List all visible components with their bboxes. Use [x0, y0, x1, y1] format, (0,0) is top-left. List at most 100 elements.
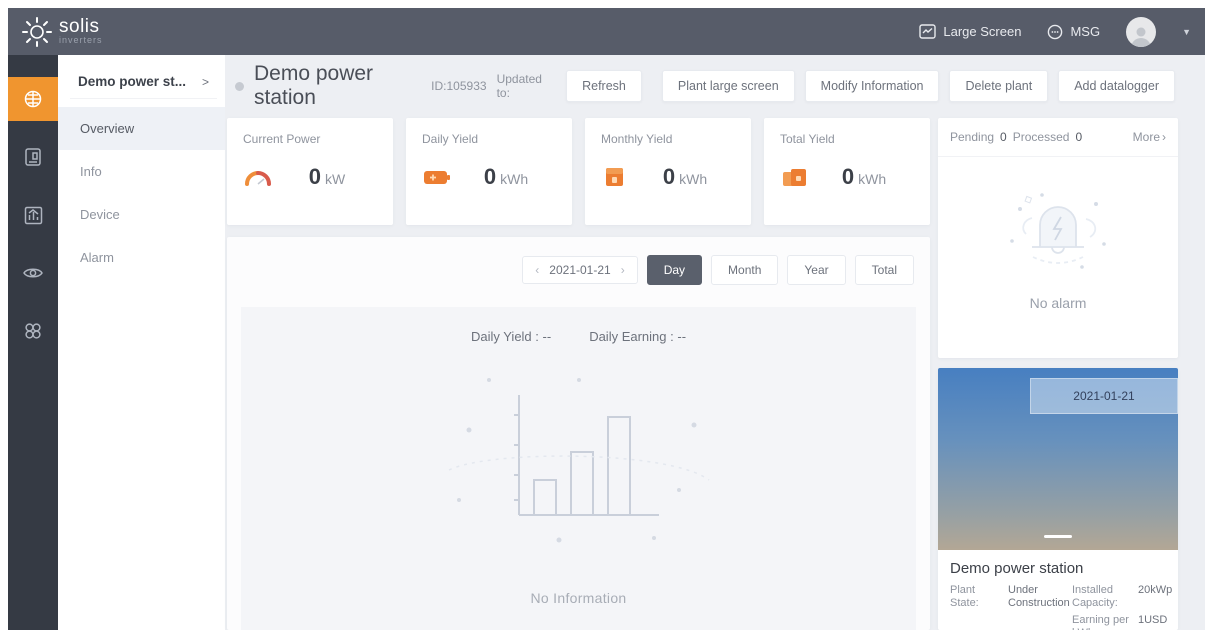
earning-per-kwh-value: 1USD	[1138, 614, 1168, 626]
stat-unit: kWh	[500, 171, 529, 187]
selected-date[interactable]: 2021-01-21	[549, 263, 610, 277]
plant-large-screen-button[interactable]: Plant large screen	[661, 70, 795, 102]
stat-card-total-yield: Total Yield 0 kWh	[764, 118, 930, 225]
installed-capacity-label: Installed Capacity:	[1072, 584, 1118, 609]
brand-name: solis	[59, 16, 100, 37]
empty-chart-icon	[448, 378, 709, 543]
stat-value: 0	[662, 164, 676, 189]
datalogger-icon	[25, 148, 41, 166]
sidebar-item-device[interactable]: Device	[58, 193, 225, 236]
chart-legend: Daily Yield : -- Daily Earning : --	[241, 307, 916, 344]
add-datalogger-button[interactable]: Add datalogger	[1058, 70, 1175, 102]
alarm-more-link[interactable]: More ›	[1133, 130, 1166, 144]
earning-per-kwh-label: Earning per kWh:	[1072, 614, 1129, 630]
refresh-button[interactable]: Refresh	[566, 70, 642, 102]
msg-button[interactable]: MSG	[1047, 24, 1100, 40]
plant-sidebar: Demo power st... > Overview Info Device …	[58, 55, 225, 630]
chart-monitor-icon	[919, 24, 937, 39]
sidebar-item-info[interactable]: Info	[58, 150, 225, 193]
plant-photo[interactable]: 2021-01-21	[938, 368, 1178, 550]
updated-label: Updated to:	[496, 72, 542, 100]
energy-box-icon	[601, 166, 635, 188]
rail-item-apps[interactable]	[8, 309, 58, 353]
pending-label: Pending	[950, 130, 995, 144]
caret-down-icon[interactable]: ▼	[1182, 27, 1191, 37]
daily-yield-value: --	[542, 329, 552, 344]
large-screen-label: Large Screen	[943, 24, 1022, 39]
stat-card-daily-yield: Daily Yield 0 kWh	[406, 118, 572, 225]
tab-month[interactable]: Month	[711, 255, 779, 285]
prev-date-arrow[interactable]: ‹	[535, 263, 539, 277]
app-frame: solis inverters Large Screen MSG ▼ Demo …	[8, 8, 1205, 630]
next-date-arrow[interactable]: ›	[621, 263, 625, 277]
photo-date-badge: 2021-01-21	[1030, 378, 1178, 414]
eye-icon	[23, 268, 43, 278]
daily-earning-value: --	[677, 329, 687, 344]
plant-selector-label: Demo power st...	[78, 74, 187, 89]
modify-information-button[interactable]: Modify Information	[804, 70, 940, 102]
plant-state-label: Plant State:	[950, 584, 979, 609]
stat-value: 0	[841, 164, 855, 189]
sidebar-item-overview[interactable]: Overview	[58, 107, 225, 150]
stat-unit: kW	[325, 171, 346, 187]
stat-label: Current Power	[243, 132, 321, 146]
tab-year[interactable]: Year	[787, 255, 846, 285]
bar-chart-icon	[24, 206, 42, 224]
gauge-icon	[243, 167, 277, 187]
user-avatar[interactable]	[1126, 16, 1157, 47]
rail-item-overview[interactable]	[8, 77, 58, 121]
top-bar: solis inverters Large Screen MSG ▼	[8, 8, 1205, 55]
energy-boxes-icon	[780, 166, 814, 188]
stat-card-current-power: Current Power 0 kW	[227, 118, 393, 225]
stat-card-monthly-yield: Monthly Yield 0 kWh	[585, 118, 751, 225]
installed-capacity-value: 20kWp	[1138, 584, 1173, 596]
stat-cards: Current Power 0 kW Daily Yield 0 kWh Mon…	[227, 118, 930, 225]
plant-id: ID:105933	[431, 79, 487, 93]
processed-label: Processed	[1012, 130, 1070, 144]
large-screen-button[interactable]: Large Screen	[919, 24, 1021, 39]
alarm-panel: Pending 0 Processed 0 More › No alarm	[938, 118, 1178, 358]
solis-logo: solis inverters	[22, 16, 103, 47]
processed-count: 0	[1075, 130, 1083, 144]
stat-label: Daily Yield	[422, 132, 479, 146]
stat-unit: kWh	[858, 171, 887, 187]
no-alarm-bell-icon	[1010, 193, 1106, 269]
daily-earning-label: Daily Earning :	[589, 329, 674, 344]
chevron-right-icon: ›	[1162, 130, 1166, 144]
page-title: Demo power station	[254, 62, 374, 109]
stat-label: Total Yield	[780, 132, 835, 146]
date-navigator: ‹ 2021-01-21 ›	[522, 256, 638, 284]
plant-selector[interactable]: Demo power st... >	[70, 65, 217, 99]
plant-state-value: Under Construction	[1008, 584, 1070, 609]
no-information-text: No Information	[530, 590, 627, 606]
carousel-indicator[interactable]	[1044, 535, 1072, 538]
msg-label: MSG	[1070, 24, 1101, 39]
tab-day[interactable]: Day	[646, 255, 703, 285]
battery-icon	[422, 167, 456, 187]
rail-item-report[interactable]	[8, 193, 58, 237]
page-header: Demo power station ID:105933 Updated to:…	[235, 62, 1175, 109]
stat-value: 0	[308, 164, 322, 189]
sidebar-item-alarm[interactable]: Alarm	[58, 236, 225, 279]
brand-subtitle: inverters	[59, 35, 103, 45]
status-dot	[235, 81, 244, 91]
plant-overview-icon	[24, 90, 42, 108]
stat-value: 0	[483, 164, 497, 189]
chart-plot-area: Daily Yield : -- Daily Earning : -- No I…	[241, 307, 916, 630]
tab-total[interactable]: Total	[854, 255, 914, 285]
stat-unit: kWh	[679, 171, 708, 187]
delete-plant-button[interactable]: Delete plant	[949, 70, 1049, 102]
yield-chart-panel: ‹ 2021-01-21 › Day Month Year Total Dail…	[227, 237, 930, 630]
sunburst-icon	[22, 16, 52, 47]
stat-label: Monthly Yield	[601, 132, 673, 146]
person-icon	[1131, 27, 1151, 47]
apps-icon	[25, 323, 41, 339]
rail-item-monitor[interactable]	[8, 251, 58, 295]
plant-name: Demo power station	[950, 560, 1084, 577]
daily-yield-label: Daily Yield :	[470, 329, 539, 344]
plant-info-card: 2021-01-21 Demo power station Plant Stat…	[938, 368, 1178, 630]
pending-count: 0	[1000, 130, 1007, 144]
rail-item-datalogger[interactable]	[8, 135, 58, 179]
no-alarm-text: No alarm	[1029, 295, 1087, 311]
chart-controls: ‹ 2021-01-21 › Day Month Year Total	[227, 237, 930, 299]
